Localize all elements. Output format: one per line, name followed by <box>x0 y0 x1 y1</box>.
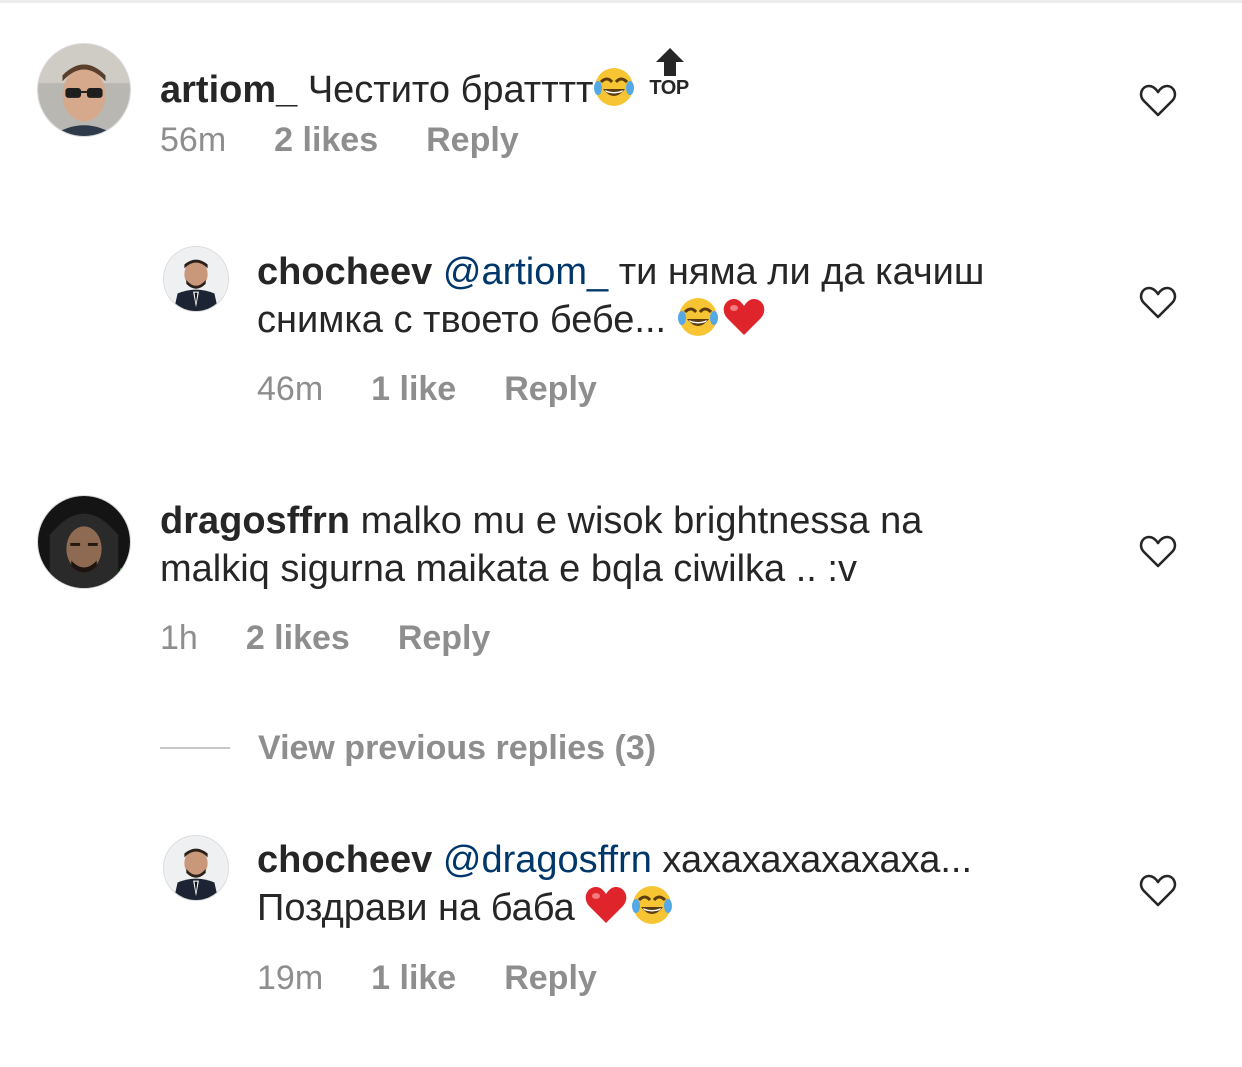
reply-button[interactable]: Reply <box>398 619 491 657</box>
comment-username[interactable]: chocheev <box>257 839 432 881</box>
view-previous-replies-label[interactable]: View previous replies (3) <box>258 729 656 768</box>
reply-button[interactable]: Reply <box>504 959 597 997</box>
avatar[interactable] <box>37 495 131 589</box>
mention-link[interactable]: @dragosffrn <box>443 839 652 881</box>
view-previous-replies[interactable]: View previous replies (3) <box>160 726 656 770</box>
reply-button[interactable]: Reply <box>504 370 597 408</box>
comment-body-line2: malkiq sigurna maikata e bqla ciwilka ..… <box>160 548 857 590</box>
comment-meta: 56m 2 likes Reply <box>160 120 567 160</box>
comment-text: chocheev @dragosffrn хахахахахахаха... П… <box>257 836 1117 932</box>
avatar[interactable] <box>163 835 229 901</box>
comment-body: Честито братттт <box>307 69 594 111</box>
comment-body-line2: Поздрави на баба <box>257 887 575 929</box>
face-with-tears-of-joy-icon <box>631 884 673 926</box>
top-comment-badge: TOP <box>649 48 693 98</box>
face-with-tears-of-joy-icon <box>677 296 719 338</box>
comment-username[interactable]: artiom_ <box>160 69 297 111</box>
comment-meta: 19m 1 like Reply <box>257 958 645 998</box>
heart-icon[interactable] <box>1139 535 1177 569</box>
top-divider <box>0 0 1242 3</box>
comment-likes[interactable]: 2 likes <box>246 619 350 657</box>
comment-time: 1h <box>160 619 198 657</box>
comment-text: chocheev @artiom_ ти няма ли да качиш сн… <box>257 248 1117 344</box>
comment-body-line1: malko mu e wisok brightnessa na <box>360 500 923 542</box>
comment-username[interactable]: chocheev <box>257 251 432 293</box>
comment-meta: 1h 2 likes Reply <box>160 618 538 658</box>
comment-likes[interactable]: 1 like <box>371 959 456 997</box>
heart-icon[interactable] <box>1139 286 1177 320</box>
comment-body-line1: хахахахахахаха... <box>662 839 973 881</box>
comment-username[interactable]: dragosffrn <box>160 500 350 542</box>
avatar[interactable] <box>163 246 229 312</box>
mention-link[interactable]: @artiom_ <box>443 251 608 293</box>
comment-body-line2: снимка с твоето бебе... <box>257 299 667 341</box>
red-heart-icon <box>585 884 627 926</box>
comment-time: 19m <box>257 959 324 997</box>
comment-likes[interactable]: 2 likes <box>274 121 378 159</box>
comment-time: 46m <box>257 370 324 408</box>
comment-meta: 46m 1 like Reply <box>257 369 645 409</box>
face-with-tears-of-joy-icon <box>593 66 635 108</box>
comment-likes[interactable]: 1 like <box>371 370 456 408</box>
avatar[interactable] <box>37 43 131 137</box>
red-heart-icon <box>723 296 765 338</box>
comment-text: dragosffrn malko mu e wisok brightnessa … <box>160 497 1120 593</box>
heart-icon[interactable] <box>1139 874 1177 908</box>
replies-divider-line <box>160 747 230 749</box>
top-badge-label: TOP <box>649 77 689 99</box>
comment-body-line1: ти няма ли да качиш <box>618 251 985 293</box>
heart-icon[interactable] <box>1139 84 1177 118</box>
reply-button[interactable]: Reply <box>426 121 519 159</box>
arrow-up-icon <box>656 48 685 76</box>
comment-text: artiom_ Честито братттт TOP <box>160 48 693 114</box>
comment-time: 56m <box>160 121 227 159</box>
